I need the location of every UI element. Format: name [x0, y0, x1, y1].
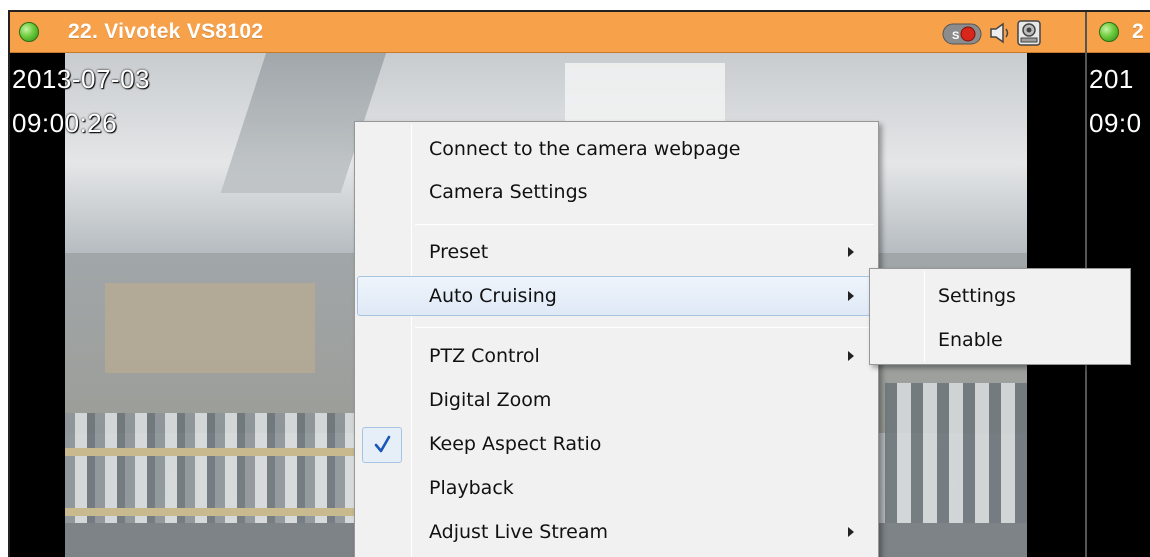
svg-text:S: S: [952, 30, 959, 42]
auto-cruising-submenu: Settings Enable: [869, 268, 1131, 365]
camera-title-2: 2: [1132, 20, 1144, 43]
menu-item-keep-aspect-ratio[interactable]: Keep Aspect Ratio: [357, 424, 876, 464]
camera-title: 22. Vivotek VS8102: [68, 20, 264, 43]
submenu-arrow-icon: [848, 247, 854, 257]
submenu-item-enable[interactable]: Enable: [872, 320, 1128, 360]
menu-item-label: PTZ Control: [429, 345, 540, 367]
menu-item-label: Adjust Live Stream: [429, 521, 609, 543]
menu-item-label: Auto Cruising: [429, 285, 557, 307]
record-icon[interactable]: S: [942, 23, 982, 50]
menu-item-preset[interactable]: Preset: [357, 232, 876, 272]
menu-item-label: Keep Aspect Ratio: [429, 433, 602, 455]
menu-item-label: Digital Zoom: [429, 389, 552, 411]
menu-item-label: Preset: [429, 241, 489, 263]
menu-item-auto-cruising[interactable]: Auto Cruising: [357, 276, 876, 316]
speaker-icon[interactable]: [987, 21, 1013, 50]
submenu-item-label: Enable: [938, 329, 1003, 351]
osd-date-2: 201: [1089, 64, 1134, 94]
submenu-item-settings[interactable]: Settings: [872, 276, 1128, 316]
ptz-camera-icon[interactable]: [1015, 19, 1043, 52]
menu-item-label: Camera Settings: [429, 181, 588, 203]
menu-item-camera-settings[interactable]: Camera Settings: [357, 172, 876, 212]
osd-time: 09:00:26: [12, 108, 118, 138]
menu-item-ptz-control[interactable]: PTZ Control: [357, 336, 876, 376]
submenu-arrow-icon: [848, 351, 854, 361]
camera-context-menu: Connect to the camera webpage Camera Set…: [354, 121, 879, 557]
online-status-icon: [1099, 22, 1119, 42]
submenu-item-label: Settings: [938, 285, 1016, 307]
osd-time-2: 09:0: [1089, 108, 1142, 138]
online-status-icon: [19, 22, 39, 42]
submenu-arrow-icon: [848, 527, 854, 537]
menu-separator: [415, 327, 874, 328]
osd-date: 2013-07-03: [12, 64, 150, 94]
checkmark-icon: [362, 427, 402, 463]
menu-item-adjust-live-stream[interactable]: Adjust Live Stream: [357, 512, 876, 552]
menu-item-label: Playback: [429, 477, 514, 499]
menu-item-label: Connect to the camera webpage: [429, 138, 741, 160]
menu-item-playback[interactable]: Playback: [357, 468, 876, 508]
camera-titlebar[interactable]: 22. Vivotek VS8102 S: [10, 12, 1085, 53]
menu-separator: [415, 224, 874, 225]
menu-item-connect-webpage[interactable]: Connect to the camera webpage: [357, 129, 876, 169]
submenu-arrow-icon: [848, 291, 854, 301]
menu-item-digital-zoom[interactable]: Digital Zoom: [357, 380, 876, 420]
camera-titlebar-2[interactable]: 2: [1087, 12, 1150, 53]
